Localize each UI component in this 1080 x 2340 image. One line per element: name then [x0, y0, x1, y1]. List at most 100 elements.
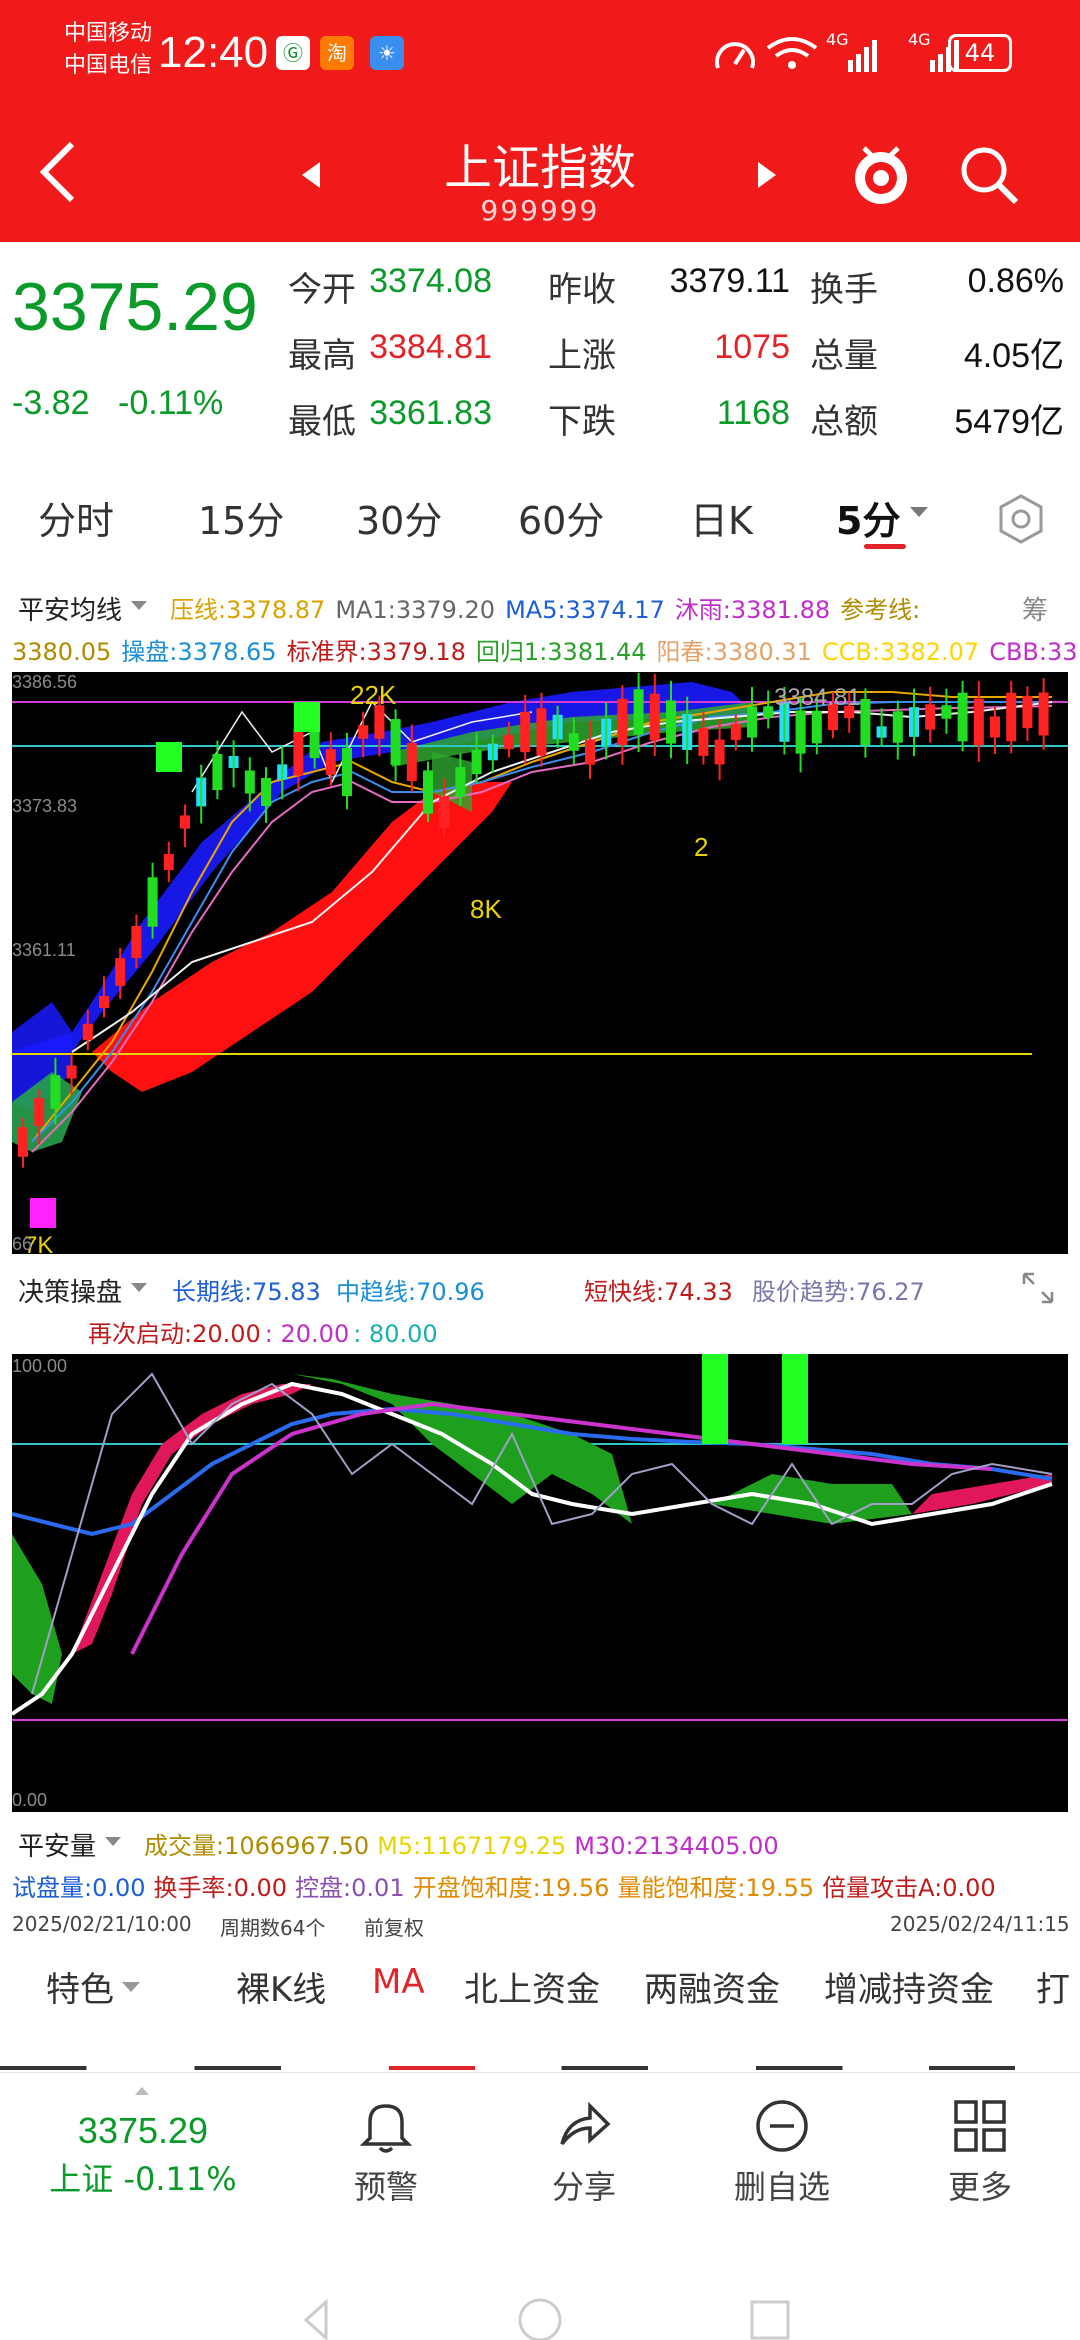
- ma-dropdown-icon[interactable]: [130, 600, 148, 612]
- quote-label-0-2: 换手: [810, 270, 878, 310]
- value-item: 控盘:0.01: [295, 1874, 405, 1902]
- tab-4[interactable]: 日K: [690, 490, 753, 545]
- kline-mark-2: 2: [694, 832, 709, 862]
- volume-values-line2: 试盘量:0.00 换手率:0.00 控盘:0.01 开盘饱和度:19.56 量能饱和度:…: [12, 1868, 1004, 1903]
- decision-y-bottom: 0.00: [12, 1790, 48, 1810]
- feature-tab-5[interactable]: 增减持资金: [824, 1962, 994, 2011]
- settings-icon[interactable]: [994, 492, 1048, 546]
- tab-0[interactable]: 分时: [38, 490, 114, 545]
- clipped-tabs-row: [0, 2056, 1080, 2072]
- price-change-pct: -0.11%: [118, 384, 224, 422]
- feature-tab-6[interactable]: 打: [1036, 1962, 1070, 2011]
- value-item: 标准界:3379.18: [286, 638, 466, 666]
- taobao-notify-icon: 淘: [320, 36, 354, 70]
- kline-chart[interactable]: 22K 8K 2 3384.81 7K 3386.56 3373.83 3361.11 66: [12, 672, 1068, 1254]
- decision-value-0: 长期线:75.83: [172, 1278, 321, 1306]
- more-label: 更多: [947, 2168, 1012, 2206]
- value-item: 压线:3378.87: [170, 596, 326, 624]
- value-item: 沐雨:3381.88: [674, 596, 831, 624]
- value-item: 3380.05: [12, 638, 112, 666]
- decision-value-2: 短快线:74.33: [584, 1278, 733, 1306]
- next-stock-icon[interactable]: [756, 160, 780, 190]
- kline-y-label-0: 3386.56: [12, 672, 78, 692]
- decision-svg: [12, 1354, 1068, 1721]
- chevron-down-icon[interactable]: [908, 505, 930, 519]
- volume-values-line1: 成交量:1066967.50 M5:1167179.25 M30:2134405.0…: [144, 1826, 787, 1861]
- page-title: 上证指数: [443, 140, 636, 196]
- kline-mark-1: 8K: [470, 894, 502, 924]
- decision-dropdown-icon[interactable]: [130, 1282, 148, 1294]
- quote-value-0-2: 0.86%: [967, 262, 1064, 300]
- quote-value-0-0: 3374.08: [369, 262, 492, 300]
- mascot-icon[interactable]: [850, 140, 912, 206]
- value-item: : 20.00: [264, 1320, 350, 1348]
- quote-value-2-0: 3361.83: [369, 394, 492, 432]
- share-button[interactable]: 分享: [518, 2098, 650, 2208]
- value-item: : 80.00: [353, 1320, 438, 1348]
- date-end: 2025/02/24/11:15: [890, 1912, 1070, 1936]
- value-item: 量能饱和度:19.55: [617, 1874, 815, 1902]
- volume-indicator-name[interactable]: 平安量: [18, 1826, 96, 1863]
- app-header: 中国移动 中国电信 12:40 Ⓖ 淘 ☀ 4G 4G 44 上证指数 9999…: [0, 0, 1080, 242]
- active-tab-indicator: [864, 544, 906, 549]
- adjust-mode[interactable]: 前复权: [364, 1912, 424, 1941]
- value-item: 阳春:3380.31: [656, 638, 812, 666]
- kline-y-label-3: 66: [12, 1234, 33, 1254]
- net-label-a: 4G: [826, 30, 849, 49]
- expand-icon[interactable]: [1020, 1270, 1056, 1306]
- period-count: 周期数64个: [220, 1916, 326, 1940]
- feature-tab-2[interactable]: MA: [372, 1962, 425, 2002]
- quote-value-1-0: 3384.81: [369, 328, 492, 366]
- quote-label-1-1: 上涨: [548, 336, 616, 376]
- nav-back-icon[interactable]: [303, 2298, 328, 2340]
- quote-label-2-0: 最低: [288, 402, 356, 442]
- nav-recent-icon[interactable]: [750, 2300, 790, 2340]
- system-nav-bar: [303, 2298, 790, 2340]
- tab-3[interactable]: 60分: [518, 490, 604, 545]
- feature-tab-1[interactable]: 裸K线: [236, 1962, 326, 2011]
- value-item: MA1:3379.20: [335, 596, 496, 624]
- tab-2[interactable]: 30分: [356, 490, 442, 545]
- feature-dropdown-icon[interactable]: [120, 1980, 142, 1994]
- decision-value-3: 股价趋势:76.27: [752, 1278, 925, 1306]
- tab-5[interactable]: 5分: [836, 490, 900, 545]
- value-item: M30:2134405.00: [574, 1832, 779, 1860]
- carrier-2: 中国电信: [64, 53, 153, 78]
- kline-mark-0: 22K: [350, 680, 397, 710]
- date-start: 2025/02/21/10:00: [12, 1912, 192, 1936]
- minus-circle-icon: [756, 2100, 808, 2152]
- remove-watchlist-button[interactable]: 删自选: [716, 2098, 848, 2208]
- nav-home-icon[interactable]: [518, 2298, 562, 2340]
- search-icon[interactable]: [958, 144, 1020, 206]
- feature-tab-4[interactable]: 两融资金: [644, 1962, 780, 2011]
- signal-block: [294, 702, 320, 732]
- feature-tab-3[interactable]: 北上资金: [464, 1962, 600, 2011]
- bottom-index-change[interactable]: 上证 -0.11%: [0, 2154, 286, 2200]
- decision-chart[interactable]: 100.00 0.00: [12, 1354, 1068, 1812]
- remove-watchlist-label: 删自选: [733, 2168, 830, 2206]
- chip-tab[interactable]: 筹: [1022, 590, 1048, 627]
- value-item: MA5:3374.17: [505, 596, 665, 624]
- kline-y-label-2: 3361.11: [12, 940, 76, 960]
- tab-1[interactable]: 15分: [198, 490, 284, 545]
- share-label: 分享: [551, 2168, 616, 2206]
- quote-value-1-2: 4.05亿: [963, 337, 1064, 375]
- value-item: 倍量攻击A:0.00: [822, 1874, 996, 1902]
- bottom-divider: [0, 2072, 1080, 2073]
- signal-block: [30, 1198, 56, 1228]
- feature-tab-0[interactable]: 特色: [46, 1962, 114, 2011]
- decision-indicator-name[interactable]: 决策操盘: [18, 1272, 122, 1309]
- volume-dropdown-icon[interactable]: [104, 1836, 122, 1848]
- expand-up-icon[interactable]: [134, 2086, 150, 2096]
- grid-icon: [954, 2100, 1006, 2152]
- quote-value-2-2: 5479亿: [954, 403, 1064, 441]
- more-button[interactable]: 更多: [914, 2098, 1046, 2208]
- quote-value-2-1: 1168: [716, 394, 790, 432]
- value-item: 参考线:: [840, 596, 921, 624]
- signal-block: [156, 742, 182, 772]
- bottom-price[interactable]: 3375.29: [0, 2110, 286, 2152]
- alert-button[interactable]: 预警: [320, 2098, 452, 2208]
- value-item: M5:1167179.25: [377, 1832, 567, 1860]
- ma-indicator-name[interactable]: 平安均线: [18, 590, 122, 627]
- current-price: 3375.29: [12, 269, 258, 345]
